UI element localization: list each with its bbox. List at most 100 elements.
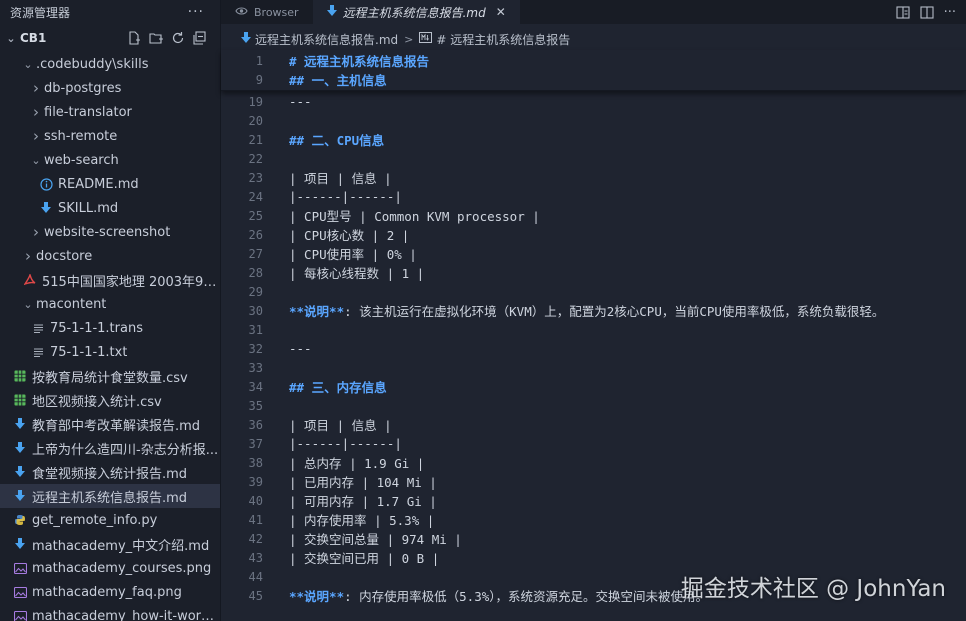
code-line[interactable]: 23 | 项目 | 信息 |: [221, 168, 966, 187]
tree-file[interactable]: 远程主机系统信息报告.md: [0, 484, 220, 508]
code-line[interactable]: 26 | CPU核心数 | 2 |: [221, 225, 966, 244]
line-number: 27: [248, 246, 263, 261]
tree-file[interactable]: 515中国国家地理 2003年9月(...: [0, 268, 220, 292]
workspace-root[interactable]: ⌄ CB1: [0, 24, 220, 52]
breadcrumb-file[interactable]: 远程主机系统信息报告.md: [255, 31, 398, 48]
tree-file[interactable]: 75-1-1-1.trans: [0, 316, 220, 340]
code-line[interactable]: 28 | 每核心线程数 | 1 |: [221, 263, 966, 282]
tree-folder[interactable]: ⌄ macontent: [0, 292, 220, 316]
tab-browser[interactable]: Browser: [221, 0, 313, 24]
tree-file[interactable]: 地区视频接入统计.csv: [0, 388, 220, 412]
code-line[interactable]: 36 | 项目 | 信息 |: [221, 415, 966, 434]
line-number: 45: [248, 588, 263, 603]
refresh-icon[interactable]: [170, 30, 186, 46]
code-line[interactable]: 30 **说明**: 该主机运行在虚拟化环境（KVM）上，配置为2核心CPU，当前…: [221, 301, 966, 320]
line-number: 24: [248, 189, 263, 204]
tree-folder[interactable]: ⌄ web-search: [0, 148, 220, 172]
code-line[interactable]: 38 | 总内存 | 1.9 Gi |: [221, 453, 966, 472]
new-folder-icon[interactable]: [148, 30, 164, 46]
breadcrumb-section[interactable]: # 远程主机系统信息报告: [436, 31, 570, 48]
eye-icon: [235, 6, 248, 19]
tree-file[interactable]: get_remote_info.py: [0, 508, 220, 532]
tree-item-label: 按教育局统计食堂数量.csv: [32, 370, 188, 386]
explorer-actions: [126, 30, 220, 46]
tree-file[interactable]: mathacademy_courses.png: [0, 556, 220, 580]
line-number: 40: [248, 493, 263, 508]
tree-file[interactable]: 食堂视频接入统计报告.md: [0, 460, 220, 484]
code-line[interactable]: 22: [221, 149, 966, 168]
code-line[interactable]: 42 | 交换空间总量 | 974 Mi |: [221, 529, 966, 548]
code-line[interactable]: 25 | CPU型号 | Common KVM processor |: [221, 206, 966, 225]
tree-folder[interactable]: › docstore: [0, 244, 220, 268]
code-line[interactable]: 35: [221, 396, 966, 415]
code-line[interactable]: 9 ## 一、主机信息: [221, 70, 966, 89]
tree-file[interactable]: 教育部中考改革解读报告.md: [0, 412, 220, 436]
code-line[interactable]: 21 ## 二、CPU信息: [221, 130, 966, 149]
split-editor-icon[interactable]: [920, 5, 934, 19]
tree-folder[interactable]: › ssh-remote: [0, 124, 220, 148]
tree-file[interactable]: 按教育局统计食堂数量.csv: [0, 364, 220, 388]
tree-item-label: 食堂视频接入统计报告.md: [32, 466, 188, 482]
code-editor[interactable]: 1 # 远程主机系统信息报告 9 ## 一、主机信息 19 --- 20 21 ## 二、CP…: [221, 50, 966, 621]
tree-file[interactable]: mathacademy_中文介绍.md: [0, 532, 220, 556]
tree-folder[interactable]: › db-postgres: [0, 76, 220, 100]
tree-file[interactable]: 上帝为什么造四川-杂志分析报...: [0, 436, 220, 460]
code-text: | 已用内存 | 104 Mi |: [289, 475, 437, 490]
new-file-icon[interactable]: [126, 30, 142, 46]
tab-report-label: 远程主机系统信息报告.md: [342, 5, 486, 20]
line-number: 39: [248, 474, 263, 489]
tree-folder[interactable]: ⌄ .codebuddy\skills: [0, 52, 220, 76]
csv-table-icon: [12, 394, 28, 406]
tree-file[interactable]: 75-1-1-1.txt: [0, 340, 220, 364]
tree-file[interactable]: SKILL.md: [0, 196, 220, 220]
line-number: 35: [248, 398, 263, 413]
code-line[interactable]: 31: [221, 320, 966, 339]
code-text: | 项目 | 信息 |: [289, 171, 392, 186]
editor-tab-bar: Browser 远程主机系统信息报告.md ✕ ···: [221, 0, 966, 24]
tree-folder[interactable]: › file-translator: [0, 100, 220, 124]
preview-side-icon[interactable]: [896, 5, 910, 19]
collapse-all-icon[interactable]: [192, 30, 208, 46]
line-number: 25: [248, 208, 263, 223]
code-text: | 总内存 | 1.9 Gi |: [289, 456, 425, 471]
tree-file[interactable]: mathacademy_how-it-works.png: [0, 604, 220, 621]
code-line[interactable]: 19 ---: [221, 92, 966, 111]
line-number: 31: [248, 322, 263, 337]
watermark: 掘金技术社区 @ JohnYan: [680, 576, 946, 602]
tree-item-label: file-translator: [44, 104, 132, 120]
code-line[interactable]: 41 | 内存使用率 | 5.3% |: [221, 510, 966, 529]
code-line[interactable]: 27 | CPU使用率 | 0% |: [221, 244, 966, 263]
chevron-right-icon: ›: [33, 79, 39, 97]
tree-item-label: 远程主机系统信息报告.md: [32, 490, 188, 506]
code-text: ---: [289, 94, 312, 109]
line-number: 1: [255, 53, 263, 68]
code-line[interactable]: 29: [221, 282, 966, 301]
tree-item-label: mathacademy_courses.png: [32, 560, 212, 576]
explorer-title: 资源管理器: [10, 5, 71, 20]
markdown-icon: [12, 418, 28, 430]
code-line[interactable]: 1 # 远程主机系统信息报告: [221, 51, 966, 70]
tree-file[interactable]: mathacademy_faq.png: [0, 580, 220, 604]
code-line[interactable]: 33: [221, 358, 966, 377]
code-line[interactable]: 24 |------|------|: [221, 187, 966, 206]
code-line[interactable]: 39 | 已用内存 | 104 Mi |: [221, 472, 966, 491]
tree-folder[interactable]: › website-screenshot: [0, 220, 220, 244]
markdown-icon: [12, 490, 28, 502]
code-line[interactable]: 40 | 可用内存 | 1.7 Gi |: [221, 491, 966, 510]
code-line[interactable]: 20: [221, 111, 966, 130]
code-line[interactable]: 43 | 交换空间已用 | 0 B |: [221, 548, 966, 567]
tree-file[interactable]: README.md: [0, 172, 220, 196]
close-icon[interactable]: ✕: [496, 5, 506, 19]
code-line[interactable]: 32 ---: [221, 339, 966, 358]
code-line[interactable]: 37 |------|------|: [221, 434, 966, 453]
tree-item-label: 515中国国家地理 2003年9月(...: [42, 274, 220, 290]
sticky-scroll-header[interactable]: 1 # 远程主机系统信息报告 9 ## 一、主机信息: [221, 50, 966, 91]
more-actions-icon[interactable]: ···: [188, 4, 204, 20]
markdown-icon: [12, 538, 28, 550]
tree-item-label: get_remote_info.py: [32, 512, 158, 528]
line-number: 21: [248, 132, 263, 147]
code-line[interactable]: 34 ## 三、内存信息: [221, 377, 966, 396]
more-editor-actions-icon[interactable]: ···: [944, 5, 956, 20]
tab-report-md[interactable]: 远程主机系统信息报告.md ✕: [312, 0, 520, 24]
tree-item-label: mathacademy_how-it-works.png: [32, 608, 220, 621]
